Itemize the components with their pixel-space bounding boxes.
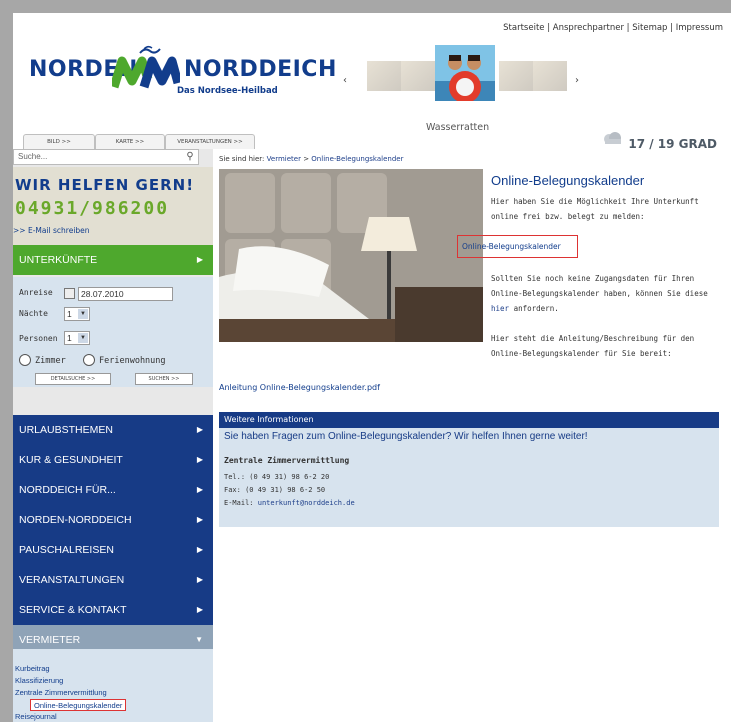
weather-cloud-icon <box>604 132 621 144</box>
chevron-right-icon: ▶ <box>196 575 203 584</box>
chevron-right-icon: ▶ <box>196 485 203 494</box>
logo-mark-icon <box>112 45 180 89</box>
breadcrumb: Sie sind hier: Vermieter > Online-Belegu… <box>219 155 404 163</box>
info-box: Sie haben Fragen zum Online-Belegungskal… <box>219 428 719 527</box>
submenu-online-belegungskalender[interactable]: Online-Belegungskalender <box>30 699 127 711</box>
chevron-right-icon: ▶ <box>196 455 203 464</box>
pdf-download-link[interactable]: Anleitung Online-Belegungskalender.pdf <box>219 383 380 392</box>
suchen-button[interactable]: SUCHEN >> <box>135 373 193 385</box>
info-zimmervermittlung: Zentrale Zimmervermittlung <box>224 456 350 465</box>
submenu-zimmervermittlung[interactable]: Zentrale Zimmervermittlung <box>15 688 107 697</box>
intro-paragraph: Hier haben Sie die Möglichkeit Ihre Unte… <box>491 197 699 221</box>
submenu-reisejournal[interactable]: Reisejournal <box>15 712 57 721</box>
page-title: Online-Belegungskalender <box>491 173 645 188</box>
radio-zimmer[interactable] <box>19 354 31 366</box>
anreise-date-field[interactable]: 28.07.2010 <box>78 287 173 301</box>
carousel-thumb[interactable] <box>401 61 435 91</box>
carousel-thumb[interactable] <box>367 61 401 91</box>
submenu-klassifizierung[interactable]: Klassifizierung <box>15 676 63 685</box>
chevron-right-icon: ▶ <box>196 605 203 614</box>
calendar-icon[interactable] <box>64 288 75 299</box>
vermieter-submenu: Kurbeitrag Klassifizierung Zentrale Zimm… <box>13 649 213 722</box>
chevron-down-icon: ▼ <box>78 333 88 343</box>
submenu-kurbeitrag[interactable]: Kurbeitrag <box>15 664 50 673</box>
menu-service-kontakt[interactable]: SERVICE & KONTAKT ▶ <box>13 595 213 625</box>
sidebar: Suche... ⚲ WIR HELFEN GERN! 04931/986200… <box>13 149 213 722</box>
image-carousel: ‹ › <box>343 35 598 115</box>
menu-unterkuenfte[interactable]: UNTERKÜNFTE ▶ <box>13 245 213 275</box>
bedroom-photo <box>219 169 483 342</box>
menu-norden-norddeich[interactable]: NORDEN-NORDDEICH ▶ <box>13 505 213 535</box>
carousel-thumb[interactable] <box>499 61 533 91</box>
nav-ansprechpartner[interactable]: Ansprechpartner <box>553 23 624 33</box>
carousel-active-image[interactable] <box>435 45 495 101</box>
nav-impressum[interactable]: Impressum <box>676 23 723 33</box>
carousel-thumb[interactable] <box>533 61 567 91</box>
detailsuche-button[interactable]: DETAILSUCHE >> <box>35 373 111 385</box>
email-link[interactable]: >> E-Mail schreiben <box>13 226 90 235</box>
chevron-right-icon: ▶ <box>196 425 203 434</box>
search-icon[interactable]: ⚲ <box>183 150 197 164</box>
search-input[interactable]: Suche... <box>13 149 199 165</box>
radio-ferienwohnung[interactable] <box>83 354 95 366</box>
info-fax: Fax: (0 49 31) 98 6-2 50 <box>224 486 326 494</box>
breadcrumb-current[interactable]: Online-Belegungskalender <box>311 155 403 163</box>
info-header: Weitere Informationen <box>219 412 719 428</box>
help-box: WIR HELFEN GERN! 04931/986200 >> E-Mail … <box>13 167 213 245</box>
menu-urlaubsthemen[interactable]: URLAUBSTHEMEN ▶ <box>13 415 213 445</box>
hier-link[interactable]: hier <box>491 304 509 313</box>
menu-veranstaltungen[interactable]: VERANSTALTUNGEN ▶ <box>13 565 213 595</box>
menu-kur-gesundheit[interactable]: KUR & GESUNDHEIT ▶ <box>13 445 213 475</box>
help-phone: 04931/986200 <box>15 198 170 219</box>
nav-sitemap[interactable]: Sitemap <box>632 23 667 33</box>
carousel-prev-icon[interactable]: ‹ <box>343 75 347 86</box>
help-title: WIR HELFEN GERN! <box>15 176 195 194</box>
site-logo[interactable]: NORDEN NORDDEICH Das Nordsee-Heilbad <box>29 43 336 118</box>
carousel-next-icon[interactable]: › <box>575 75 579 86</box>
info-email: E-Mail: unterkunft@norddeich.de <box>224 499 355 507</box>
page: Startseite | Ansprechpartner | Sitemap |… <box>13 13 731 722</box>
carousel-caption: Wasserratten <box>426 122 490 133</box>
tab-veranstaltungen[interactable]: VERANSTALTUNGEN >> <box>165 134 255 149</box>
tab-bild[interactable]: BILD >> <box>23 134 95 149</box>
menu-norddeich-fuer[interactable]: NORDDEICH FÜR... ▶ <box>13 475 213 505</box>
chevron-right-icon: ▶ <box>196 255 203 264</box>
tab-karte[interactable]: KARTE >> <box>95 134 165 149</box>
nav-startseite[interactable]: Startseite <box>503 23 544 33</box>
naechte-select[interactable]: 1 ▼ <box>64 307 90 321</box>
weather-temperature: 17 / 19 GRAD <box>628 137 717 151</box>
credentials-paragraph: Sollten Sie noch keine Zugangsdaten für … <box>491 274 708 313</box>
manual-paragraph: Hier steht die Anleitung/Beschreibung fü… <box>491 334 695 358</box>
top-navigation: Startseite | Ansprechpartner | Sitemap |… <box>503 23 723 33</box>
menu-pauschalreisen[interactable]: PAUSCHALREISEN ▶ <box>13 535 213 565</box>
chevron-down-icon: ▼ <box>78 309 88 319</box>
booking-form: Anreise 28.07.2010 Nächte 1 ▼ Personen 1… <box>13 277 213 387</box>
personen-select[interactable]: 1 ▼ <box>64 331 90 345</box>
chevron-right-icon: ▶ <box>196 545 203 554</box>
info-question: Sie haben Fragen zum Online-Belegungskal… <box>224 431 588 442</box>
breadcrumb-vermieter[interactable]: Vermieter <box>267 155 301 163</box>
email-address-link[interactable]: unterkunft@norddeich.de <box>258 499 355 507</box>
online-belegungskalender-link[interactable]: Online-Belegungskalender <box>457 235 578 258</box>
info-tel: Tel.: (0 49 31) 98 6-2 20 <box>224 473 330 481</box>
chevron-right-icon: ▶ <box>196 515 203 524</box>
